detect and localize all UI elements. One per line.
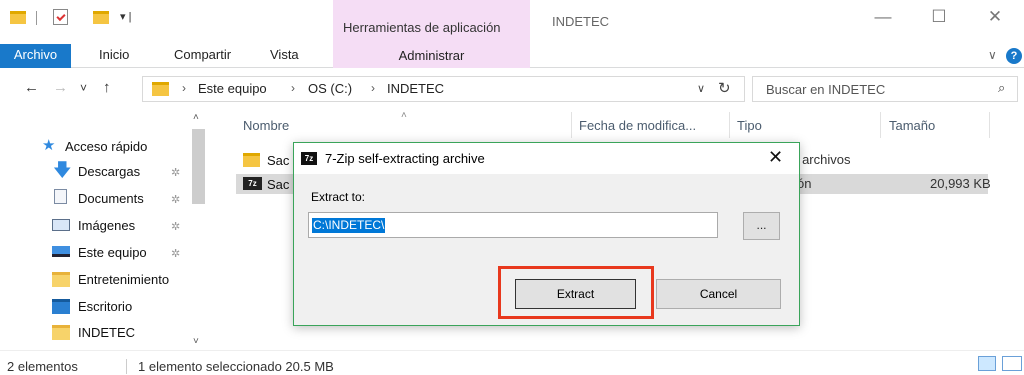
breadcrumb-this-pc[interactable]: Este equipo — [198, 81, 267, 96]
new-folder-icon[interactable] — [93, 11, 109, 24]
sidebar-item-documents[interactable]: Documents — [78, 191, 144, 206]
details-view-icon[interactable] — [978, 356, 996, 371]
refresh-icon[interactable]: ↻ — [718, 79, 731, 97]
star-icon: ★ — [42, 137, 56, 154]
download-icon: 🡇 — [53, 160, 72, 180]
sidebar-item-entertainment[interactable]: Entretenimiento — [78, 272, 169, 287]
tab-share[interactable]: Compartir — [174, 47, 231, 62]
sidebar-item-indetec[interactable]: INDETEC — [78, 325, 135, 340]
pin-icon[interactable]: ✲ — [171, 166, 180, 179]
breadcrumb-separator: › — [371, 81, 375, 95]
pin-icon[interactable]: ✲ — [171, 193, 180, 206]
maximize-button[interactable]: ☐ — [916, 7, 962, 27]
tab-view[interactable]: Vista — [270, 47, 299, 62]
pictures-icon — [52, 219, 70, 231]
folder-icon — [52, 272, 70, 287]
pin-icon[interactable]: ✲ — [171, 247, 180, 260]
cancel-button[interactable]: Cancel — [656, 279, 781, 309]
address-dropdown-icon[interactable]: ∨ — [697, 82, 705, 95]
folder-icon — [243, 153, 260, 167]
scroll-down-icon[interactable]: ˅ — [193, 336, 199, 347]
file-row-name[interactable]: Sac — [267, 177, 289, 192]
7zip-icon: 7z — [301, 152, 317, 165]
pin-icon[interactable]: ✲ — [171, 220, 180, 233]
ribbon-tabs: Archivo Inicio Compartir Vista Administr… — [0, 44, 1024, 68]
minimize-button[interactable]: — — [860, 7, 906, 27]
scroll-up-icon[interactable]: ˄ — [193, 112, 199, 123]
column-divider[interactable] — [729, 112, 730, 138]
breadcrumb-separator: › — [182, 81, 186, 95]
folder-icon — [10, 11, 26, 24]
sidebar-item-quick-access[interactable]: Acceso rápido — [65, 139, 147, 154]
column-divider[interactable] — [989, 112, 990, 138]
status-bar: 2 elementos 1 elemento seleccionado 20.5… — [0, 350, 1024, 375]
sidebar-item-this-pc[interactable]: Este equipo — [78, 245, 147, 260]
tab-manage[interactable]: Administrar — [333, 44, 530, 68]
column-divider[interactable] — [571, 112, 572, 138]
expand-ribbon-icon[interactable]: ∨ — [988, 48, 997, 62]
tools-context-title: Herramientas de aplicación — [343, 20, 501, 35]
column-divider[interactable] — [880, 112, 881, 138]
folder-icon — [52, 325, 70, 340]
file-row-size: 20,993 KB — [930, 176, 991, 191]
dialog-close-button[interactable]: ✕ — [768, 147, 783, 168]
search-icon[interactable]: ⌕ — [998, 80, 1005, 96]
column-header-name[interactable]: Nombre — [243, 118, 289, 133]
breadcrumb-separator: › — [291, 81, 295, 95]
file-row-name[interactable]: Sac — [267, 153, 289, 168]
sidebar-scroll-thumb[interactable] — [192, 129, 205, 204]
item-count: 2 elementos — [7, 359, 78, 374]
tab-home[interactable]: Inicio — [99, 47, 129, 62]
desktop-icon — [52, 299, 70, 314]
folder-icon — [152, 82, 169, 96]
breadcrumb-indetec[interactable]: INDETEC — [387, 81, 444, 96]
separator — [36, 11, 37, 25]
help-icon[interactable]: ? — [1006, 48, 1022, 64]
column-header-type[interactable]: Tipo — [737, 118, 762, 133]
document-icon — [54, 189, 67, 204]
extract-path-value[interactable]: C:\INDETEC\ — [312, 218, 386, 233]
back-button[interactable]: ← — [24, 79, 39, 96]
highlight-box — [498, 266, 654, 319]
extract-to-label: Extract to: — [311, 190, 366, 204]
status-divider — [126, 359, 127, 374]
breadcrumb-drive[interactable]: OS (C:) — [308, 81, 352, 96]
navigation-bar: ← → ˅ ↑ › Este equipo › OS (C:) › INDETE… — [0, 73, 1024, 105]
column-header-size[interactable]: Tamaño — [889, 118, 935, 133]
sidebar-item-pictures[interactable]: Imágenes — [78, 218, 135, 233]
sidebar-item-downloads[interactable]: Descargas — [78, 164, 140, 179]
computer-icon — [52, 246, 70, 257]
quick-access-dropdown[interactable]: ▾ | — [120, 10, 131, 23]
dialog-title: 7-Zip self-extracting archive — [325, 151, 485, 166]
properties-icon[interactable] — [53, 9, 68, 25]
sidebar-item-desktop[interactable]: Escritorio — [78, 299, 132, 314]
browse-button[interactable]: ... — [743, 212, 780, 240]
forward-button[interactable]: → — [53, 79, 68, 96]
recent-locations-button[interactable]: ˅ — [80, 81, 87, 95]
selection-info: 1 elemento seleccionado 20.5 MB — [138, 359, 334, 374]
search-placeholder: Buscar en INDETEC — [766, 82, 886, 97]
tab-file[interactable]: Archivo — [0, 44, 71, 68]
archive-7z-icon: 7z — [243, 177, 262, 190]
sort-arrow-icon: ˄ — [401, 110, 407, 121]
close-button[interactable]: ✕ — [972, 7, 1018, 27]
up-button[interactable]: ↑ — [103, 79, 111, 96]
dialog-title-bar: 7z 7-Zip self-extracting archive ✕ — [294, 143, 799, 174]
column-header-date[interactable]: Fecha de modifica... — [579, 118, 696, 133]
large-icons-view-icon[interactable] — [1002, 356, 1022, 371]
window-title: INDETEC — [552, 14, 610, 29]
